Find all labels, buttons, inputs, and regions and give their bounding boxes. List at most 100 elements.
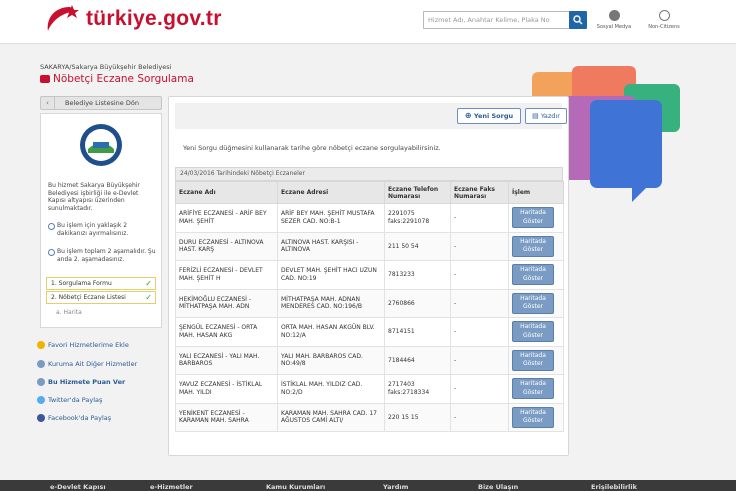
- cell-action: Haritada Göster: [508, 374, 564, 404]
- col-address: Eczane Adresi: [277, 181, 385, 204]
- time-note: Bu işlem için yaklaşık 2 dakikanızı ayır…: [48, 222, 158, 237]
- step-2-label: 2. Nöbetçi Eczane Listesi: [51, 294, 126, 301]
- col-fax: Eczane Faks Numarası: [450, 181, 509, 204]
- back-to-list-label: Belediye Listesine Dön: [65, 99, 139, 107]
- back-to-list-button[interactable]: ‹ Belediye Listesine Dön: [40, 96, 162, 110]
- table-row: ARİFİYE ECZANESİ - ARİF BEY MAH. ŞEHİT AR…: [175, 203, 564, 233]
- other-services-label: Kuruma Ait Diğer Hizmetler: [48, 360, 138, 368]
- footer-eservices[interactable]: e-Hizmetler: [150, 483, 193, 491]
- site-header: türkiye.gov.tr Sosyal Medya Non-Citizens: [0, 0, 736, 44]
- cell-address: YALI MAH. BARBAROS CAD. NO:49/8: [277, 345, 385, 375]
- globe-icon: [658, 10, 670, 21]
- share-facebook-link[interactable]: Facebook'da Paylaş: [37, 414, 112, 422]
- cell-action: Haritada Göster: [508, 402, 564, 432]
- show-on-map-button[interactable]: Haritada Göster: [512, 207, 554, 229]
- step-1[interactable]: 1. Sorgulama Formu ✓: [46, 277, 156, 290]
- share-facebook-label: Facebook'da Paylaş: [48, 414, 112, 422]
- print-button[interactable]: ▤ Yazdır: [525, 108, 567, 124]
- instruction-text: Yeni Sorgu düğmesini kullanarak tarihe g…: [183, 144, 441, 152]
- cell-name: YAVUZ ECZANESİ - İSTİKLAL MAH. YILDI: [175, 374, 278, 404]
- cell-action: Haritada Göster: [508, 345, 564, 375]
- steps-note-text: Bu işlem toplam 2 aşamalıdır. Şu anda 2.…: [57, 248, 156, 263]
- show-on-map-button[interactable]: Haritada Göster: [512, 406, 554, 428]
- cell-phone: 2717403 faks:2718334: [384, 374, 451, 404]
- cell-address: İSTİKLAL MAH. YILDIZ CAD. NO:2/D: [277, 374, 385, 404]
- search-input[interactable]: [423, 11, 570, 29]
- substep-map[interactable]: a. Harita: [56, 309, 82, 316]
- main-panel: ⊕ Yeni Sorgu ▤ Yazdır Yeni Sorgu düğmesi…: [168, 96, 569, 456]
- clock-icon: [48, 223, 55, 230]
- pharmacy-table: 24/03/2016 Tarihindeki Nöbetçi Eczaneler…: [175, 167, 564, 432]
- site-footer: e-Devlet Kapısı e-Hizmetler Kamu Kurumla…: [0, 480, 736, 491]
- footer-institutions[interactable]: Kamu Kurumları: [266, 483, 325, 491]
- steps-note: Bu işlem toplam 2 aşamalıdır. Şu anda 2.…: [48, 248, 158, 263]
- cell-fax: -: [450, 317, 509, 347]
- non-citizens-label: Non-Citizens: [648, 24, 680, 30]
- cell-address: ORTA MAH. HASAN AKGÜN BLV. NO:12/A: [277, 317, 385, 347]
- footer-edevlet[interactable]: e-Devlet Kapısı: [50, 483, 106, 491]
- page-title-text: Nöbetçi Eczane Sorgulama: [53, 73, 194, 85]
- show-on-map-button[interactable]: Haritada Göster: [512, 349, 554, 371]
- plus-icon: ⊕: [464, 111, 472, 120]
- time-note-text: Bu işlem için yaklaşık 2 dakikanızı ayır…: [57, 222, 129, 237]
- col-phone: Eczane Telefon Numarası: [384, 181, 451, 204]
- share-twitter-link[interactable]: Twitter'da Paylaş: [37, 396, 102, 404]
- non-citizens-link[interactable]: Non-Citizens: [641, 10, 687, 30]
- cell-phone: 2760866: [384, 288, 451, 318]
- cell-name: YALI ECZANESİ - YALI MAH. BARBAROS: [175, 345, 278, 375]
- toolbar: ⊕ Yeni Sorgu ▤ Yazdır: [175, 103, 567, 129]
- show-on-map-button[interactable]: Haritada Göster: [512, 292, 554, 314]
- check-icon: ✓: [145, 279, 152, 288]
- table-caption: 24/03/2016 Tarihindeki Nöbetçi Eczaneler: [175, 167, 563, 181]
- table-row: YENİKENT ECZANESİ - KARAMAN MAH. SAHRA KA…: [175, 402, 564, 432]
- rate-service-link[interactable]: Bu Hizmete Puan Ver: [37, 378, 126, 386]
- footer-help[interactable]: Yardım: [383, 483, 408, 491]
- info-icon: [48, 249, 55, 256]
- list-icon: [37, 360, 45, 368]
- service-description: Bu hizmet Sakarya Büyükşehir Belediyesi …: [48, 182, 140, 212]
- show-on-map-button[interactable]: Haritada Göster: [512, 378, 554, 400]
- new-query-button[interactable]: ⊕ Yeni Sorgu: [457, 108, 521, 124]
- check-icon: ✓: [145, 293, 152, 302]
- table-row: YAVUZ ECZANESİ - İSTİKLAL MAH. YILDI İSTİ…: [175, 374, 564, 404]
- step-2[interactable]: 2. Nöbetçi Eczane Listesi ✓: [46, 291, 156, 304]
- show-on-map-button[interactable]: Haritada Göster: [512, 235, 554, 257]
- table-row: ŞENGÜL ECZANESİ - ORTA MAH. HASAN AKG ORT…: [175, 317, 564, 347]
- cell-phone: 7184464: [384, 345, 451, 375]
- cell-action: Haritada Göster: [508, 260, 564, 290]
- footer-contact[interactable]: Bize Ulaşın: [478, 483, 518, 491]
- table-header-row: Eczane Adı Eczane Adresi Eczane Telefon …: [175, 181, 564, 204]
- star-icon: [37, 341, 45, 349]
- cell-fax: -: [450, 374, 509, 404]
- service-icon: [40, 75, 50, 83]
- social-media-link[interactable]: Sosyal Medya: [591, 10, 637, 30]
- sakarya-municipality-seal: [80, 124, 122, 166]
- turkiye-gov-logo[interactable]: türkiye.gov.tr: [40, 2, 250, 40]
- page-title: Nöbetçi Eczane Sorgulama: [40, 73, 194, 85]
- col-action: İşlem: [508, 181, 564, 204]
- show-on-map-button[interactable]: Haritada Göster: [512, 264, 554, 286]
- social-media-label: Sosyal Medya: [596, 24, 632, 30]
- chevron-left-icon: ‹: [41, 97, 55, 109]
- cell-address: ALTINOVA HAST. KARŞISI - ALTINOVA: [277, 231, 385, 261]
- rate-service-label: Bu Hizmete Puan Ver: [48, 378, 126, 386]
- cell-fax: -: [450, 231, 509, 261]
- cell-phone: 8714151: [384, 317, 451, 347]
- cell-action: Haritada Göster: [508, 317, 564, 347]
- cell-phone: 2291075 faks:2291078: [384, 203, 451, 233]
- cell-address: ARİF BEY MAH. ŞEHİT MUSTAFA SEZER CAD. N…: [277, 203, 385, 233]
- logo-text: türkiye.gov.tr: [86, 7, 222, 30]
- rating-icon: [37, 378, 45, 386]
- cell-phone: 7813233: [384, 260, 451, 290]
- footer-accessibility[interactable]: Erişilebilirlik: [591, 483, 637, 491]
- cell-phone: 220 15 15: [384, 402, 451, 432]
- search-button[interactable]: [569, 11, 587, 29]
- add-favorite-label: Favori Hizmetlerime Ekle: [48, 341, 129, 349]
- other-services-link[interactable]: Kuruma Ait Diğer Hizmetler: [37, 360, 138, 368]
- cell-phone: 211 50 54: [384, 231, 451, 261]
- cell-name: FERİZLİ ECZANESİ - DEVLET MAH. ŞEHİT H: [175, 260, 278, 290]
- table-row: HEKİMOĞLU ECZANESİ - MİTHATPAŞA MAH. ADN…: [175, 288, 564, 318]
- add-favorite-link[interactable]: Favori Hizmetlerime Ekle: [37, 341, 129, 349]
- show-on-map-button[interactable]: Haritada Göster: [512, 321, 554, 343]
- cell-address: DEVLET MAH. ŞEHİT HACI UZUN CAD. NO:19: [277, 260, 385, 290]
